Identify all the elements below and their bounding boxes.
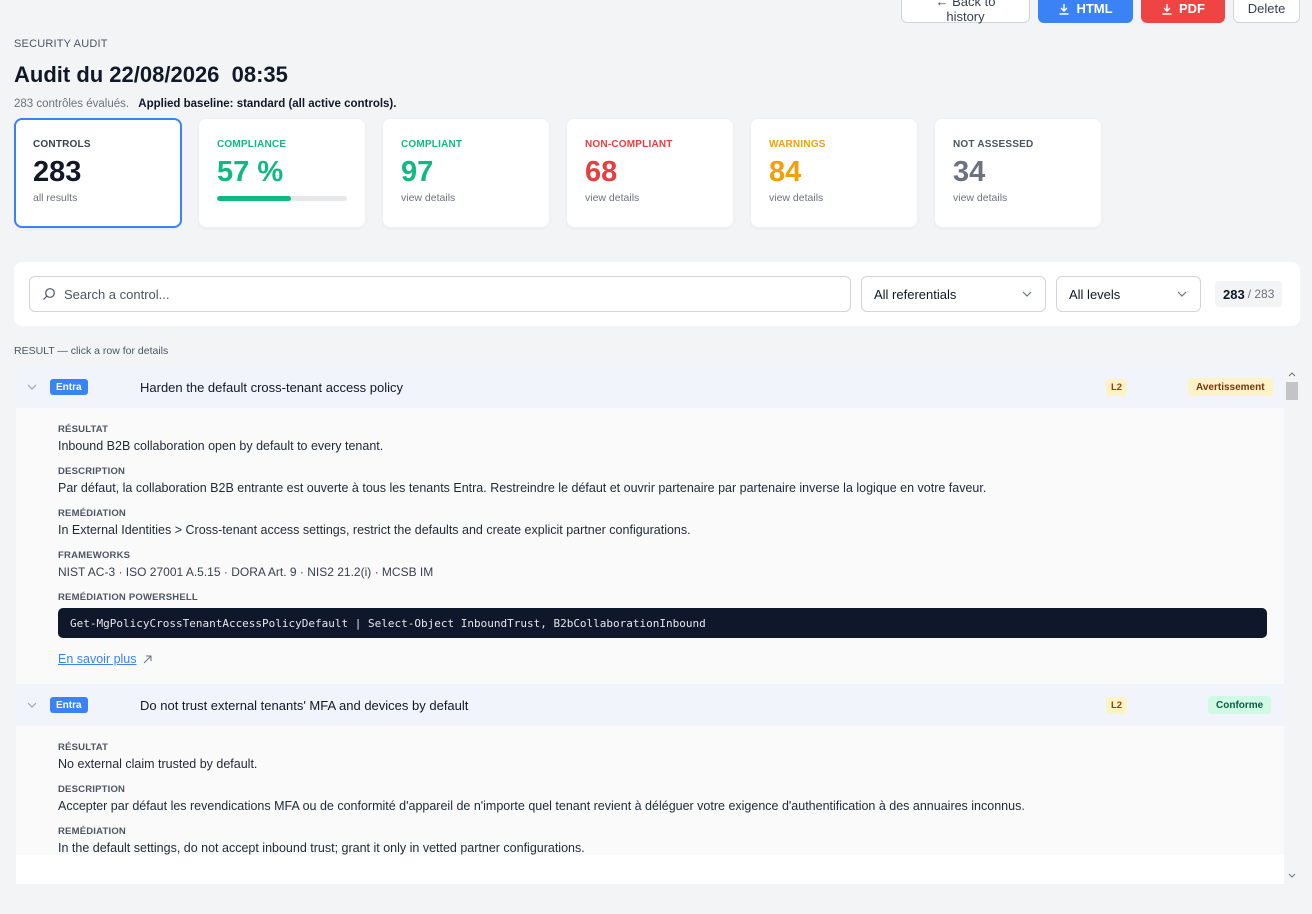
card-sub: all results <box>33 192 78 204</box>
compliance-progress-bar <box>217 196 347 201</box>
result-text: Inbound B2B collaboration open by defaul… <box>58 439 384 453</box>
chevron-down-icon <box>1177 291 1187 297</box>
summary-cards: CONTROLS 283 all results COMPLIANCE 57 %… <box>14 118 1102 228</box>
delete-button[interactable]: Delete <box>1233 0 1300 23</box>
external-link-icon <box>143 655 152 663</box>
card-warnings[interactable]: WARNINGS 84 view details <box>750 118 918 228</box>
card-sub: view details <box>953 192 1008 204</box>
export-pdf-button[interactable]: PDF <box>1141 0 1225 23</box>
result-heading: RÉSULTAT <box>58 742 109 753</box>
level-badge: L2 <box>1106 697 1128 714</box>
page-title: Audit du 22/08/2026 08:35 <box>14 62 288 87</box>
remediation-heading: REMÉDIATION <box>58 508 126 519</box>
export-html-button[interactable]: HTML <box>1038 0 1133 23</box>
row-details: RÉSULTAT No external claim trusted by de… <box>16 726 1300 855</box>
description-text: Par défaut, la collaboration B2B entrant… <box>58 481 987 495</box>
download-icon <box>1059 3 1069 15</box>
card-value: 84 <box>769 156 802 188</box>
card-value: 68 <box>585 156 618 188</box>
card-label: COMPLIANCE <box>217 139 287 150</box>
card-value: 97 <box>401 156 434 188</box>
frameworks-heading: FRAMEWORKS <box>58 550 131 561</box>
scroll-down-icon[interactable] <box>1288 872 1296 880</box>
page-subtitle: 283 contrôles évalués. Applied baseline:… <box>14 98 396 110</box>
search-input[interactable] <box>64 286 824 302</box>
card-label: NOT ASSESSED <box>953 139 1034 150</box>
card-label: WARNINGS <box>769 139 826 150</box>
card-controls[interactable]: CONTROLS 283 all results <box>14 118 182 228</box>
control-title: Do not trust external tenants' MFA and d… <box>140 697 469 713</box>
chevron-down-icon <box>1022 291 1032 297</box>
export-pdf-label: PDF <box>1179 1 1205 16</box>
card-sub: view details <box>585 192 640 204</box>
status-badge: Avertissement <box>1188 378 1273 396</box>
result-heading: RÉSULTAT <box>58 424 109 435</box>
result-count-total: / 283 <box>1247 287 1275 301</box>
card-non-compliant[interactable]: NON-COMPLIANT 68 view details <box>566 118 734 228</box>
card-compliance[interactable]: COMPLIANCE 57 % <box>198 118 366 228</box>
control-title: Harden the default cross-tenant access p… <box>140 379 404 395</box>
scrollbar-thumb[interactable] <box>1286 382 1298 400</box>
card-label: NON-COMPLIANT <box>585 139 673 150</box>
search-icon <box>43 288 55 300</box>
level-badge: L2 <box>1106 379 1128 396</box>
referential-select[interactable]: All referentials <box>861 276 1046 312</box>
frameworks-text: NIST AC-3 · ISO 27001 A.5.15 · DORA Art.… <box>58 565 434 579</box>
learn-more-label: En savoir plus <box>58 652 137 666</box>
controls-evaluated-text: 283 contrôles évalués. <box>14 98 130 110</box>
referential-select-value: All referentials <box>874 286 957 302</box>
table-row[interactable]: Entra Do not trust external tenants' MFA… <box>16 684 1300 726</box>
result-count-shown: 283 <box>1223 286 1245 302</box>
source-badge: Entra <box>50 379 88 395</box>
results-list: Entra Harden the default cross-tenant ac… <box>16 366 1300 884</box>
status-badge: Conforme <box>1208 696 1272 714</box>
baseline-text: Applied baseline: standard (all active c… <box>138 98 397 110</box>
table-row[interactable]: Entra Harden the default cross-tenant ac… <box>16 366 1300 408</box>
export-html-label: HTML <box>1076 1 1113 16</box>
card-label: COMPLIANT <box>401 139 463 150</box>
card-compliant[interactable]: COMPLIANT 97 view details <box>382 118 550 228</box>
chevron-down-icon[interactable] <box>26 699 38 711</box>
card-not-assessed[interactable]: NOT ASSESSED 34 view details <box>934 118 1102 228</box>
card-sub: view details <box>401 192 456 204</box>
level-select-value: All levels <box>1069 286 1121 302</box>
filter-bar: All referentials All levels 283 / 283 <box>14 262 1300 326</box>
toolbar: ← Back to history HTML PDF Delete <box>901 0 1300 24</box>
back-to-history-button[interactable]: ← Back to history <box>901 0 1030 24</box>
description-heading: DESCRIPTION <box>58 784 126 795</box>
card-sub: view details <box>769 192 824 204</box>
remediation-text: In External Identities > Cross-tenant ac… <box>58 523 691 537</box>
powershell-code-block[interactable]: Get-MgPolicyCrossTenantAccessPolicyDefau… <box>58 608 1267 638</box>
card-value: 34 <box>953 156 986 188</box>
result-text: No external claim trusted by default. <box>58 757 258 771</box>
scroll-up-icon[interactable] <box>1288 370 1296 378</box>
remediation-heading: REMÉDIATION <box>58 826 126 837</box>
remediation-text: In the default settings, do not accept i… <box>58 841 585 855</box>
level-select[interactable]: All levels <box>1056 276 1201 312</box>
chevron-down-icon[interactable] <box>26 381 38 393</box>
download-icon <box>1162 3 1172 15</box>
description-heading: DESCRIPTION <box>58 466 126 477</box>
card-label: CONTROLS <box>33 139 91 150</box>
search-box <box>29 276 851 312</box>
card-value: 57 % <box>217 156 284 188</box>
card-value: 283 <box>33 156 82 188</box>
description-text: Accepter par défaut les revendications M… <box>58 799 1025 813</box>
source-badge: Entra <box>50 697 88 713</box>
learn-more-link[interactable]: En savoir plus <box>58 652 152 666</box>
page-header: SECURITY AUDIT Audit du 22/08/2026 08:35… <box>14 38 396 110</box>
results-scrollbar[interactable] <box>1284 366 1300 884</box>
powershell-heading: REMÉDIATION POWERSHELL <box>58 592 198 603</box>
page-eyebrow: SECURITY AUDIT <box>14 38 108 50</box>
row-details: RÉSULTAT Inbound B2B collaboration open … <box>16 408 1300 684</box>
result-counter: 283 / 283 <box>1215 281 1283 307</box>
compliance-progress-fill <box>217 196 292 201</box>
result-section-label: RESULT — click a row for details <box>14 345 169 357</box>
